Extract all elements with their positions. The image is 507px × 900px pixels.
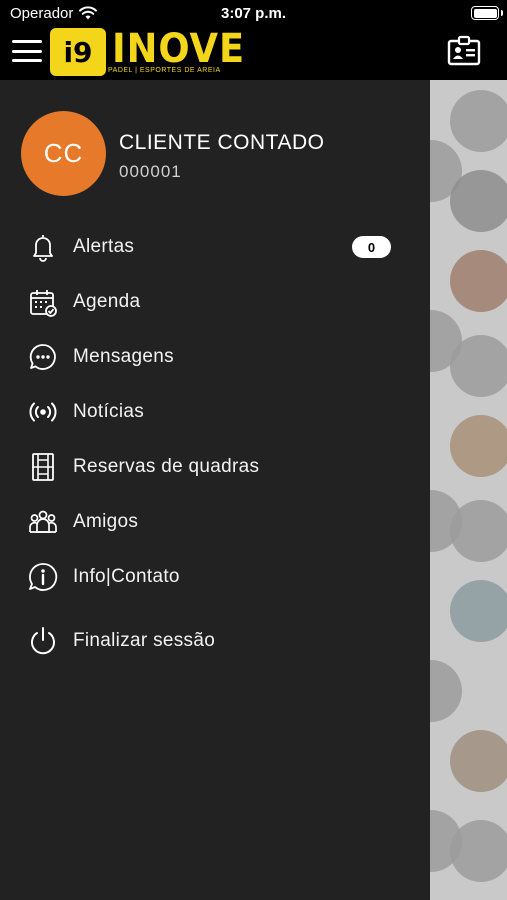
calendar-check-icon <box>30 290 57 317</box>
id-card-icon[interactable] <box>447 35 481 66</box>
info-chat-icon <box>29 563 58 591</box>
side-drawer: CC CLIENTE CONTADO 000001 Alertas 0 Agen… <box>0 80 430 900</box>
menu-label: Finalizar sessão <box>73 630 216 651</box>
app-header: i9 INOVE PADEL | ESPORTES DE AREIA <box>0 26 507 80</box>
logo-text: INOVE <box>112 26 246 72</box>
menu-item-agenda[interactable]: Agenda <box>0 278 430 326</box>
menu-label: Notícias <box>73 401 145 422</box>
status-bar: Operador 3:07 p.m. <box>0 0 507 28</box>
group-icon <box>29 510 57 533</box>
background-pattern <box>430 80 507 900</box>
menu-label: Info|Contato <box>73 566 180 587</box>
menu-item-info-contato[interactable]: Info|Contato <box>0 553 430 601</box>
bell-icon <box>33 235 53 262</box>
menu-toggle-icon[interactable] <box>12 40 42 62</box>
menu-item-reservas-de-quadras[interactable]: Reservas de quadras <box>0 443 430 491</box>
menu-label: Alertas <box>73 236 135 257</box>
menu-item-mensagens[interactable]: Mensagens <box>0 333 430 381</box>
broadcast-icon <box>29 402 57 422</box>
menu-item-alertas[interactable]: Alertas 0 <box>0 223 430 271</box>
court-icon <box>32 453 54 481</box>
logo-mark: i9 <box>50 28 106 76</box>
user-name: CLIENTE CONTADO <box>119 131 325 154</box>
menu-label: Amigos <box>73 511 139 532</box>
menu-item-noticias[interactable]: Notícias <box>0 388 430 436</box>
avatar[interactable]: CC <box>21 111 106 196</box>
power-icon <box>31 627 55 655</box>
status-time: 3:07 p.m. <box>220 5 287 22</box>
alert-count-badge: 0 <box>352 236 391 258</box>
battery-icon <box>471 6 499 20</box>
menu-item-amigos[interactable]: Amigos <box>0 498 430 546</box>
user-id: 000001 <box>119 162 182 181</box>
brand-logo: i9 INOVE PADEL | ESPORTES DE AREIA <box>50 26 244 78</box>
logo-subtitle: PADEL | ESPORTES DE AREIA <box>108 67 221 74</box>
menu-label: Agenda <box>73 291 141 312</box>
menu-label: Reservas de quadras <box>73 456 260 477</box>
chat-bubble-icon <box>29 344 56 370</box>
menu-item-finalizar-sessao[interactable]: Finalizar sessão <box>0 617 430 665</box>
menu-label: Mensagens <box>73 346 174 367</box>
